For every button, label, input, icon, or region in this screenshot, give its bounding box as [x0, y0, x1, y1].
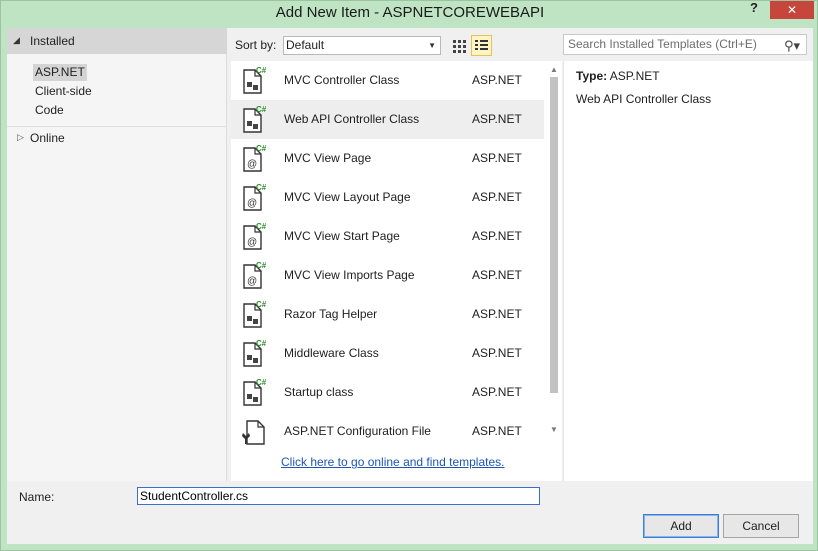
type-value: ASP.NET	[609, 69, 660, 83]
add-button[interactable]: Add	[643, 514, 719, 538]
template-name: Web API Controller Class	[284, 112, 420, 126]
svg-text:C#: C#	[256, 183, 267, 192]
template-row[interactable]: @ C# MVC View Imports Page ASP.NET	[231, 256, 544, 295]
template-description: Web API Controller Class	[576, 92, 712, 106]
svg-text:@: @	[247, 198, 257, 209]
tree-node-label: Installed	[30, 34, 75, 48]
dropdown-arrow-icon: ▼	[428, 41, 436, 50]
template-type: ASP.NET	[472, 190, 522, 204]
svg-text:C#: C#	[256, 378, 267, 387]
svg-text:C#: C#	[256, 222, 267, 231]
template-row[interactable]: C# Web API Controller Class ASP.NET	[231, 100, 544, 139]
window-title: Add New Item - ASPNETCOREWEBAPI	[275, 4, 545, 21]
svg-text:C#: C#	[256, 66, 267, 75]
sort-by-dropdown[interactable]: Default ▼	[283, 36, 441, 55]
template-name: ASP.NET Configuration File	[284, 424, 431, 438]
name-label: Name:	[19, 490, 55, 504]
template-list: ASP.NET Configuration File ASP.NET C# Start…	[231, 61, 562, 481]
config-file-icon	[241, 416, 267, 446]
list-view-icon	[475, 40, 488, 50]
template-name: MVC View Imports Page	[284, 268, 415, 282]
template-type: ASP.NET	[472, 307, 522, 321]
template-row[interactable]: C# Middleware Class ASP.NET	[231, 334, 544, 373]
category-tree: ◢ Installed ASP.NET Client-side Code ▷ O…	[7, 28, 227, 481]
template-name: MVC View Layout Page	[284, 190, 411, 204]
svg-text:@: @	[247, 276, 257, 287]
razor-page-icon: @ C#	[241, 182, 267, 212]
title-bar: Add New Item - ASPNETCOREWEBAPI ? ✕	[1, 1, 818, 27]
tree-item-aspnet[interactable]: ASP.NET	[33, 64, 87, 81]
template-type: ASP.NET	[472, 73, 522, 87]
template-type: ASP.NET	[472, 424, 522, 438]
collapsed-triangle-icon[interactable]: ▷	[17, 132, 24, 143]
svg-text:C#: C#	[256, 339, 267, 348]
template-name: Razor Tag Helper	[284, 307, 378, 321]
svg-text:@: @	[247, 159, 257, 170]
template-details-pane: Type: ASP.NET Web API Controller Class	[563, 61, 813, 481]
cancel-button[interactable]: Cancel	[723, 514, 799, 538]
template-type: ASP.NET	[472, 268, 522, 282]
close-button[interactable]: ✕	[770, 1, 814, 19]
template-row[interactable]: ASP.NET Configuration File ASP.NET	[231, 412, 544, 451]
grid-view-icon	[453, 40, 466, 53]
type-label: Type:	[576, 69, 608, 83]
svg-text:C#: C#	[256, 300, 267, 309]
toolbar: Sort by: Default ▼ Search Installed Temp…	[228, 28, 813, 60]
template-name: Middleware Class	[284, 346, 379, 360]
csharp-class-icon: C#	[241, 104, 267, 134]
svg-text:@: @	[247, 237, 257, 248]
search-templates-input[interactable]: Search Installed Templates (Ctrl+E) ⚲▾	[563, 34, 807, 55]
template-row[interactable]: @ C# MVC View Start Page ASP.NET	[231, 217, 544, 256]
csharp-class-icon: C#	[241, 377, 267, 407]
details-view-button[interactable]	[471, 35, 492, 56]
razor-page-icon: @ C#	[241, 143, 267, 173]
expanded-triangle-icon[interactable]: ◢	[13, 35, 20, 46]
tree-node-online[interactable]: ▷ Online	[7, 129, 227, 149]
search-placeholder: Search Installed Templates (Ctrl+E)	[568, 37, 757, 51]
sort-by-value: Default	[286, 38, 325, 52]
tree-item-code[interactable]: Code	[33, 102, 66, 119]
template-row[interactable]: C# MVC Controller Class ASP.NET	[231, 61, 544, 100]
svg-text:C#: C#	[256, 105, 267, 114]
csharp-class-icon: C#	[241, 299, 267, 329]
small-icons-view-button[interactable]	[450, 36, 469, 55]
template-name: MVC View Page	[284, 151, 372, 165]
template-name: Startup class	[284, 385, 354, 399]
template-row[interactable]: C# Razor Tag Helper ASP.NET	[231, 295, 544, 334]
help-button[interactable]: ?	[745, 1, 763, 15]
template-type: ASP.NET	[472, 151, 522, 165]
template-row[interactable]: C# Startup class ASP.NET	[231, 373, 544, 412]
razor-page-icon: @ C#	[241, 221, 267, 251]
template-type: ASP.NET	[472, 346, 522, 360]
add-new-item-dialog: Add New Item - ASPNETCOREWEBAPI ? ✕ ◢ In…	[0, 0, 818, 551]
name-input[interactable]	[137, 487, 540, 505]
template-name: MVC Controller Class	[284, 73, 400, 87]
csharp-class-icon: C#	[241, 338, 267, 368]
csharp-class-icon: C#	[241, 65, 267, 95]
razor-page-icon: @ C#	[241, 260, 267, 290]
template-row[interactable]: @ C# MVC View Layout Page ASP.NET	[231, 178, 544, 217]
template-name: MVC View Start Page	[284, 229, 400, 243]
sort-by-label: Sort by:	[235, 38, 277, 52]
template-row[interactable]: @ C# MVC View Page ASP.NET	[231, 139, 544, 178]
tree-node-installed[interactable]: ◢ Installed	[7, 28, 227, 54]
scrollbar-thumb[interactable]	[550, 77, 558, 393]
dialog-body: ◢ Installed ASP.NET Client-side Code ▷ O…	[7, 28, 813, 544]
scroll-up-arrow-icon[interactable]: ▲	[550, 65, 558, 74]
template-type: ASP.NET	[472, 229, 522, 243]
search-icon[interactable]: ⚲▾	[784, 36, 800, 55]
details-type: Type: ASP.NET	[576, 69, 660, 83]
tree-item-client-side[interactable]: Client-side	[33, 83, 94, 100]
template-type: ASP.NET	[472, 112, 522, 126]
tree-node-label: Online	[30, 131, 65, 145]
scroll-down-arrow-icon[interactable]: ▼	[550, 425, 558, 434]
svg-text:C#: C#	[256, 261, 267, 270]
vertical-scrollbar[interactable]: ▲ ▼	[547, 61, 562, 441]
divider	[7, 126, 227, 127]
svg-text:C#: C#	[256, 144, 267, 153]
find-templates-online-link[interactable]: Click here to go online and find templat…	[281, 455, 504, 469]
template-type: ASP.NET	[472, 385, 522, 399]
